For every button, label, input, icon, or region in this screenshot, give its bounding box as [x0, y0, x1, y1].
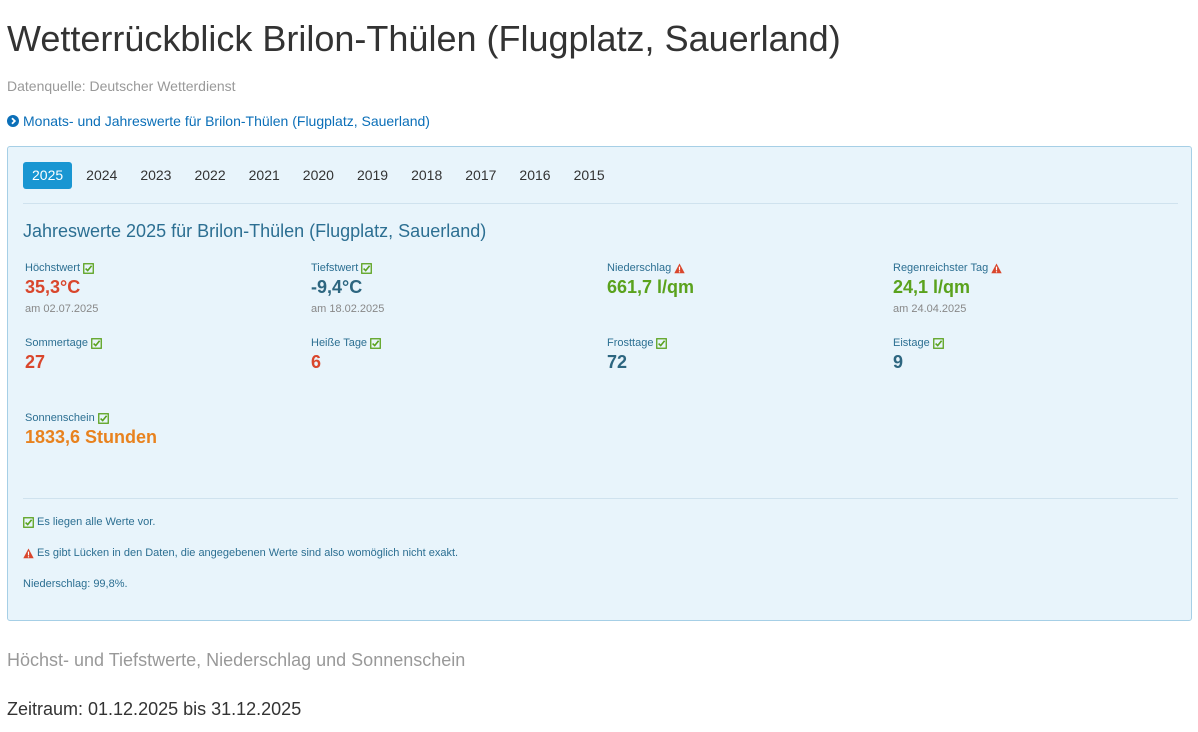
period-range: Zeitraum: 01.12.2025 bis 31.12.2025 — [7, 699, 302, 719]
legend-data-gaps: Es gibt Lücken in den Daten, die angegeb… — [23, 547, 458, 559]
stat-label: Niederschlag — [607, 262, 672, 274]
stat-value: 35,3°C — [25, 277, 81, 297]
check-icon — [83, 262, 94, 274]
stat-label: Regenreichster Tag — [893, 262, 989, 274]
stat-value: 24,1 l/qm — [893, 277, 971, 297]
chevron-circle-right-icon — [7, 115, 19, 127]
panel-title: Jahreswerte 2025 für Brilon-Thülen (Flug… — [23, 221, 487, 241]
check-icon — [97, 412, 109, 424]
stat-max-temp: Höchstwert 35,3°C am 02.07.2025 — [25, 262, 98, 315]
stat-label: Sonnenschein — [25, 412, 95, 424]
stat-value: 9 — [893, 352, 904, 372]
stat-label: Tiefstwert — [311, 262, 359, 274]
tab-2019[interactable]: 2019 — [348, 162, 397, 189]
precipitation-coverage: Niederschlag: 99,8%. — [23, 578, 128, 590]
stat-value: 6 — [311, 352, 322, 372]
check-icon — [23, 516, 34, 528]
warning-icon — [23, 548, 34, 558]
divider — [23, 203, 1178, 204]
check-icon — [370, 337, 381, 349]
stat-label: Höchstwert — [25, 262, 81, 274]
check-icon — [932, 337, 944, 349]
coverage-text: Niederschlag: 99,8%. — [23, 578, 128, 590]
stat-value: 72 — [607, 352, 628, 372]
legend-text: Es liegen alle Werte vor. — [37, 516, 156, 528]
stat-sunshine: Sonnenschein 1833,6 Stunden — [25, 412, 157, 448]
stat-ice-days: Eistage 9 — [893, 337, 944, 373]
stat-date: am 02.07.2025 — [25, 303, 99, 315]
section-heading: Höchst- und Tiefstwerte, Niederschlag un… — [7, 650, 466, 670]
year-tabs: 2025 2024 2023 2022 2021 2020 2019 2018 … — [23, 162, 614, 189]
legend-all-values: Es liegen alle Werte vor. — [23, 516, 155, 528]
tab-2022[interactable]: 2022 — [185, 162, 234, 189]
tab-2024[interactable]: 2024 — [77, 162, 126, 189]
monthly-values-link-label: Monats- und Jahreswerte für Brilon-Thüle… — [23, 113, 430, 129]
stat-precipitation: Niederschlag 661,7 l/qm — [607, 262, 694, 298]
tab-2020[interactable]: 2020 — [294, 162, 343, 189]
stat-frost-days: Frosttage 72 — [607, 337, 668, 373]
data-source: Datenquelle: Deutscher Wetterdienst — [7, 78, 236, 94]
stat-value: 1833,6 Stunden — [25, 427, 158, 447]
tab-2025[interactable]: 2025 — [23, 162, 73, 189]
annual-values-panel: 2025 2024 2023 2022 2021 2020 2019 2018 … — [7, 146, 1192, 621]
tab-2018[interactable]: 2018 — [402, 162, 451, 189]
stat-min-temp: Tiefstwert -9,4°C am 18.02.2025 — [311, 262, 384, 315]
tab-2017[interactable]: 2017 — [456, 162, 505, 189]
warning-icon — [991, 263, 1002, 273]
stat-summer-days: Sommertage 27 — [25, 337, 102, 373]
check-icon — [361, 262, 373, 274]
legend-text: Es gibt Lücken in den Daten, die angegeb… — [37, 547, 459, 559]
stat-value: -9,4°C — [311, 277, 363, 297]
check-icon — [91, 337, 102, 349]
stat-date: am 24.04.2025 — [893, 303, 967, 315]
warning-icon — [674, 263, 685, 273]
check-icon — [656, 337, 668, 349]
stat-wettest-day: Regenreichster Tag 24,1 l/qm am 24.04.20… — [893, 262, 1002, 315]
stat-value: 661,7 l/qm — [607, 277, 695, 297]
stat-label: Heiße Tage — [311, 337, 368, 349]
monthly-values-link[interactable]: Monats- und Jahreswerte für Brilon-Thüle… — [7, 113, 430, 129]
stat-label: Eistage — [893, 337, 930, 349]
tab-2015[interactable]: 2015 — [565, 162, 614, 189]
stat-hot-days: Heiße Tage 6 — [311, 337, 381, 373]
tab-2023[interactable]: 2023 — [131, 162, 180, 189]
stat-label: Frosttage — [607, 337, 654, 349]
tab-2021[interactable]: 2021 — [240, 162, 289, 189]
page-title: Wetterrückblick Brilon-Thülen (Flugplatz… — [7, 18, 841, 59]
divider — [23, 498, 1178, 499]
stat-label: Sommertage — [25, 337, 88, 349]
stat-value: 27 — [25, 352, 46, 372]
stat-date: am 18.02.2025 — [311, 303, 385, 315]
tab-2016[interactable]: 2016 — [510, 162, 559, 189]
